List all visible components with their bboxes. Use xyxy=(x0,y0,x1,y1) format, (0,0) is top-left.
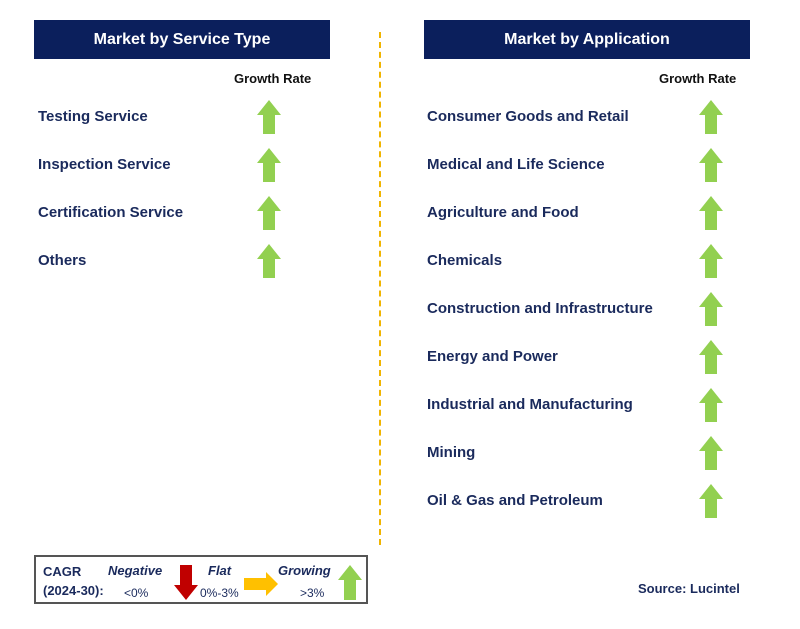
up-arrow-icon xyxy=(699,196,723,230)
up-arrow-icon xyxy=(257,148,281,182)
legend-flat-range: 0%-3% xyxy=(200,586,239,600)
up-arrow-icon xyxy=(699,484,723,518)
segment-label: Others xyxy=(38,252,87,269)
segment-label: Medical and Life Science xyxy=(427,156,605,173)
up-arrow-icon xyxy=(699,244,723,278)
legend-negative: Negative xyxy=(108,563,163,578)
legend-growing-range: >3% xyxy=(300,586,325,600)
down-arrow-icon xyxy=(174,565,198,600)
segment-label: Mining xyxy=(427,444,476,461)
segment-label: Industrial and Manufacturing xyxy=(427,396,633,413)
up-arrow-icon xyxy=(338,565,362,600)
legend-period: (2024-30): xyxy=(43,583,104,598)
up-arrow-icon xyxy=(257,196,281,230)
up-arrow-icon xyxy=(257,244,281,278)
segment-label: Testing Service xyxy=(38,108,148,125)
application-header: Market by Application xyxy=(424,20,750,59)
up-arrow-icon xyxy=(699,340,723,374)
up-arrow-icon xyxy=(699,148,723,182)
legend-cagr: CAGR xyxy=(43,564,82,579)
source: Source: Lucintel xyxy=(638,581,740,596)
segment-label: Chemicals xyxy=(427,252,503,269)
legend-growing: Growing xyxy=(278,563,331,578)
segment-label: Inspection Service xyxy=(38,156,171,173)
segment-label: Oil & Gas and Petroleum xyxy=(427,492,603,509)
segment-label: Energy and Power xyxy=(427,348,558,365)
segment-label: Construction and Infrastructure xyxy=(427,300,653,317)
divider xyxy=(379,32,381,545)
up-arrow-icon xyxy=(699,436,723,470)
growth-rate-label: Growth Rate xyxy=(234,71,312,86)
up-arrow-icon xyxy=(699,100,723,134)
growth-rate-label: Growth Rate xyxy=(659,71,737,86)
segment-label: Consumer Goods and Retail xyxy=(427,108,629,125)
segment-label: Agriculture and Food xyxy=(427,204,579,221)
service-type-header: Market by Service Type xyxy=(34,20,330,59)
up-arrow-icon xyxy=(257,100,281,134)
legend-flat: Flat xyxy=(208,563,232,578)
up-arrow-icon xyxy=(699,292,723,326)
up-arrow-icon xyxy=(699,388,723,422)
right-arrow-icon xyxy=(244,572,278,596)
segment-label: Certification Service xyxy=(38,204,184,221)
legend-negative-range: <0% xyxy=(124,586,149,600)
legend: CAGR (2024-30): Negative <0% Flat 0%-3% … xyxy=(34,555,368,604)
